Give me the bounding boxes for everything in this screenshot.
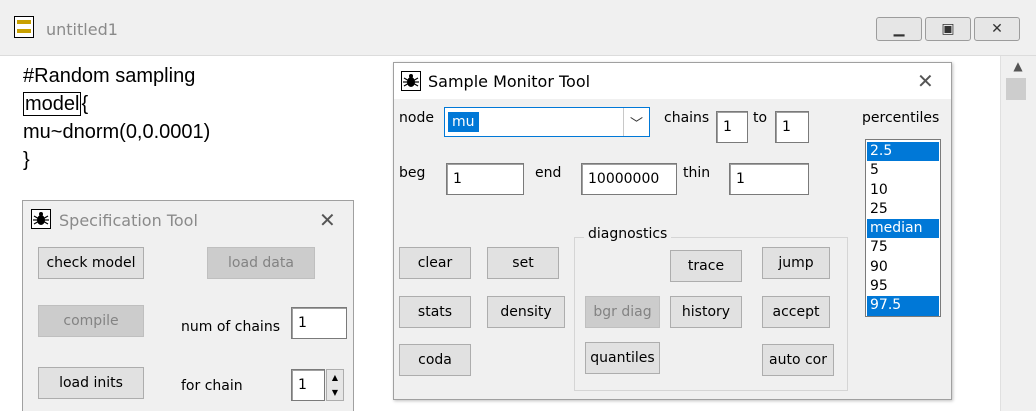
bgr-diag-button[interactable]: bgr diag [585,296,660,328]
jump-button[interactable]: jump [762,247,830,279]
node-selected-value: mu [448,112,479,132]
vertical-scrollbar[interactable] [1000,56,1036,411]
set-button[interactable]: set [487,247,559,279]
percentile-item[interactable]: 90 [867,258,939,277]
density-button[interactable]: density [487,296,565,328]
maximize-button[interactable]: ▣ [925,17,971,41]
end-label: end [535,165,562,181]
percentile-item[interactable]: median [867,219,939,239]
to-label: to [753,110,768,126]
code-line-2: model{ [23,90,88,118]
minimize-button[interactable]: ▁ [876,17,922,41]
model-keyword-highlight[interactable]: model [23,92,82,116]
code-line-4: } [23,149,30,171]
percentile-item[interactable]: 2.5 [867,142,939,162]
window-title: untitled1 [46,20,118,39]
end-input[interactable]: 10000000 [581,163,677,195]
chains-to-input[interactable]: 1 [775,111,809,143]
chains-label: chains [664,110,710,126]
maximize-icon: ▣ [941,21,955,37]
beg-input[interactable]: 1 [446,163,524,195]
bug-icon [31,209,51,229]
for-chain-input[interactable]: 1 [291,369,325,401]
sample-monitor-title: Sample Monitor Tool [428,72,591,91]
clear-button[interactable]: clear [399,247,471,279]
compile-button[interactable]: compile [38,305,144,337]
spec-close-icon[interactable]: ✕ [319,210,336,230]
close-button[interactable]: ✕ [974,17,1020,41]
accept-button[interactable]: accept [762,296,830,328]
smt-close-icon[interactable]: ✕ [917,71,934,91]
percentile-item[interactable]: 10 [867,181,939,200]
quantiles-button[interactable]: quantiles [585,342,660,374]
percentile-item[interactable]: 5 [867,161,939,180]
sample-monitor-tool-window: Sample Monitor Tool ✕ node mu ﹀ chains 1… [393,62,952,400]
code-line-3: mu~dnorm(0,0.0001) [23,121,211,143]
chevron-down-icon[interactable]: ﹀ [623,108,649,136]
percentile-item[interactable]: 75 [867,238,939,257]
for-chain-spinner[interactable]: ▲ ▼ [326,369,344,401]
thin-label: thin [683,165,711,181]
thin-input[interactable]: 1 [729,163,809,195]
load-inits-button[interactable]: load inits [38,367,144,399]
num-chains-label: num of chains [181,319,280,335]
percentiles-listbox[interactable]: 2.5 5 10 25 median 75 90 95 97.5 [865,139,941,317]
coda-button[interactable]: coda [399,344,471,376]
stats-button[interactable]: stats [399,296,471,328]
chains-from-input[interactable]: 1 [716,111,748,143]
percentiles-label: percentiles [862,110,940,126]
check-model-button[interactable]: check model [38,247,144,279]
document-app-icon [14,16,34,38]
percentile-item[interactable]: 97.5 [867,296,939,316]
percentile-item[interactable]: 95 [867,277,939,296]
diagnostics-label: diagnostics [584,226,672,242]
node-dropdown[interactable]: mu ﹀ [444,107,650,137]
history-button[interactable]: history [670,296,742,328]
spin-down-icon[interactable]: ▼ [332,388,338,397]
percentile-item[interactable]: 25 [867,200,939,219]
specification-tool-title: Specification Tool [59,211,198,230]
minimize-icon: ▁ [893,21,905,37]
scroll-up-arrow-icon[interactable]: ▲ [1000,56,1036,76]
spin-up-icon[interactable]: ▲ [332,373,338,382]
load-data-button[interactable]: load data [207,247,315,279]
scrollbar-thumb[interactable] [1006,78,1026,100]
node-label: node [399,110,434,126]
bug-icon [401,71,421,91]
code-line-1: #Random sampling [23,65,196,87]
beg-label: beg [399,165,426,181]
num-chains-input[interactable]: 1 [291,307,347,339]
auto-cor-button[interactable]: auto cor [762,344,834,376]
trace-button[interactable]: trace [670,250,742,282]
close-icon: ✕ [991,21,1003,37]
code-brace-open: { [81,93,89,115]
specification-tool-window: Specification Tool ✕ check model load da… [22,200,354,411]
for-chain-label: for chain [181,378,243,394]
